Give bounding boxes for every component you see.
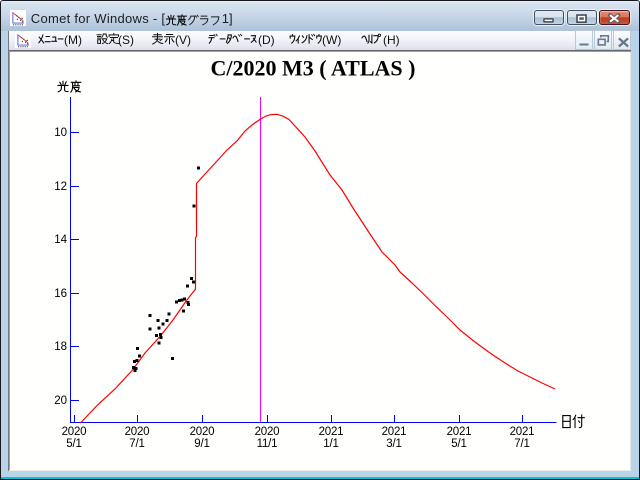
svg-text:12: 12 (54, 181, 67, 193)
svg-text:2021: 2021 (510, 426, 535, 438)
svg-text:9/1: 9/1 (194, 438, 209, 450)
svg-text:14: 14 (54, 234, 67, 246)
svg-text:2021: 2021 (447, 426, 472, 438)
svg-text:7/1: 7/1 (514, 438, 529, 450)
svg-text:2020: 2020 (125, 426, 150, 438)
svg-text:2021: 2021 (382, 426, 407, 438)
svg-text:2020: 2020 (190, 426, 215, 438)
svg-text:2021: 2021 (319, 426, 344, 438)
svg-text:11/1: 11/1 (257, 438, 278, 450)
svg-text:2020: 2020 (62, 426, 87, 438)
svg-text:5/1: 5/1 (66, 438, 81, 450)
svg-text:7/1: 7/1 (129, 438, 144, 450)
svg-text:1/1: 1/1 (323, 438, 338, 450)
svg-text:10: 10 (54, 127, 67, 139)
svg-text:C/2020 M3 ( ATLAS ): C/2020 M3 ( ATLAS ) (211, 56, 416, 81)
svg-text:20: 20 (54, 395, 67, 407)
svg-text:16: 16 (54, 288, 67, 300)
svg-text:5/1: 5/1 (451, 438, 466, 450)
svg-text:3/1: 3/1 (386, 438, 401, 450)
svg-text:18: 18 (54, 341, 67, 353)
svg-text:2020: 2020 (255, 426, 280, 438)
